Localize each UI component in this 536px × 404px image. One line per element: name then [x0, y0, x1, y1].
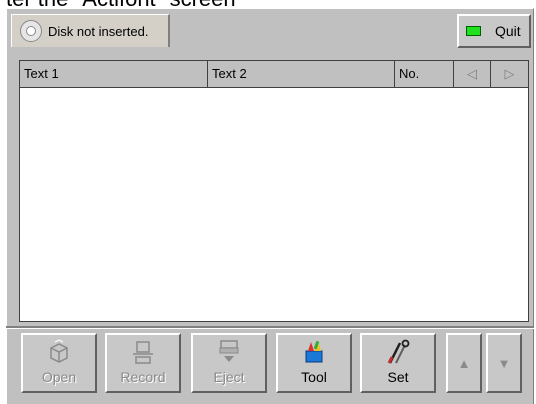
wrench-screwdriver-icon — [387, 339, 410, 364]
set-label: Set — [387, 369, 409, 385]
open-label: Open — [41, 369, 77, 385]
record-icon — [133, 341, 153, 364]
eject-label: Eject — [213, 369, 245, 385]
column-text2[interactable]: Text 2 — [208, 61, 395, 87]
scroll-up-button[interactable]: ▲ — [446, 333, 482, 393]
open-icon — [50, 339, 68, 363]
file-list[interactable]: Text 1 Text 2 No. ◁ ▷ — [19, 60, 529, 322]
quit-label: Quit — [495, 23, 521, 39]
eject-icon — [219, 340, 239, 362]
record-label: Record — [120, 369, 166, 385]
scroll-right-icon[interactable]: ▷ — [491, 61, 528, 87]
eject-button[interactable]: Eject — [191, 333, 267, 393]
scroll-down-button[interactable]: ▼ — [486, 333, 522, 393]
tool-label: Tool — [301, 369, 327, 385]
column-no[interactable]: No. — [395, 61, 454, 87]
list-header: Text 1 Text 2 No. ◁ ▷ — [20, 61, 528, 88]
disk-status-tab[interactable]: Disk not inserted. — [11, 14, 170, 47]
record-button[interactable]: Record — [105, 333, 181, 393]
power-led-icon — [466, 26, 481, 36]
set-button[interactable]: Set — [360, 333, 436, 393]
toolbox-icon — [305, 340, 323, 363]
scroll-left-icon[interactable]: ◁ — [454, 61, 491, 87]
bottom-divider — [6, 326, 534, 329]
disk-status-label: Disk not inserted. — [48, 23, 149, 39]
tool-button[interactable]: Tool — [276, 333, 352, 393]
disk-icon — [20, 20, 42, 42]
column-text1[interactable]: Text 1 — [20, 61, 208, 87]
open-button[interactable]: Open — [21, 333, 97, 393]
quit-button[interactable]: Quit — [457, 14, 531, 48]
